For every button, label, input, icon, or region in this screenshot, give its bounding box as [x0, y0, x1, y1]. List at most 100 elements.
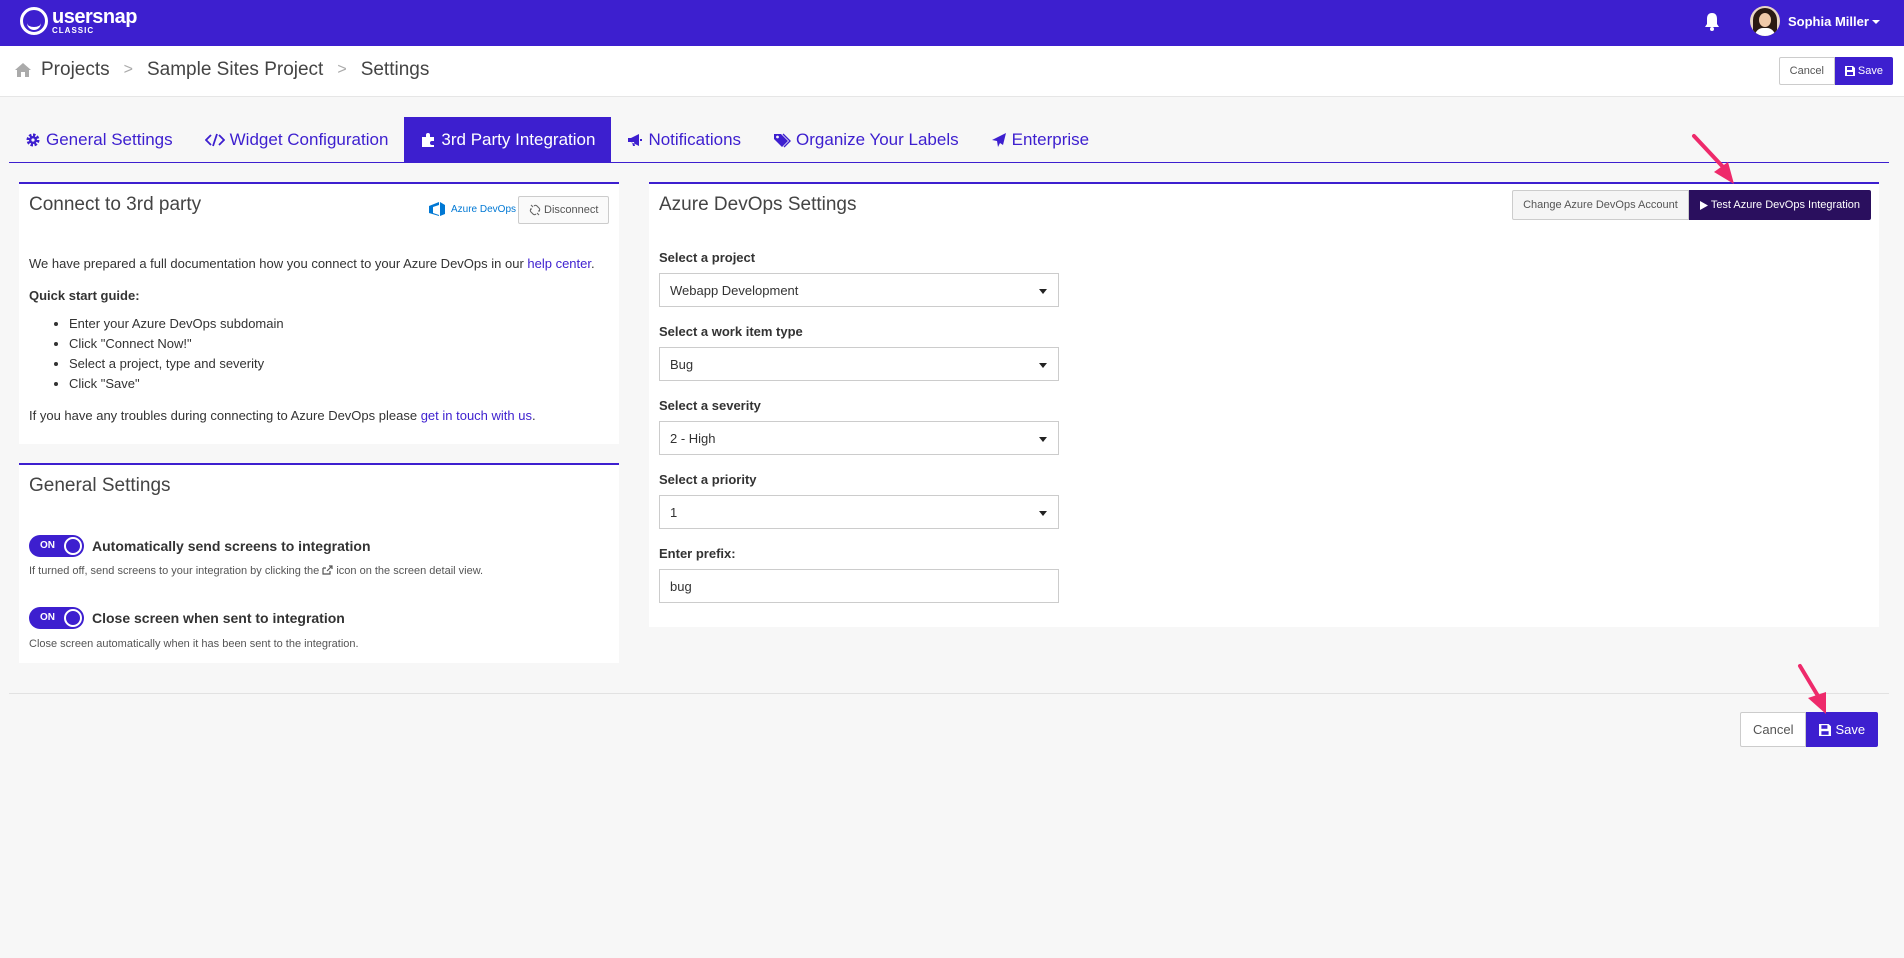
floppy-disk-icon [1819, 723, 1832, 736]
doc-end: . [591, 256, 595, 271]
toggle-state: ON [40, 540, 55, 551]
connect-title: Connect to 3rd party [29, 194, 202, 215]
breadcrumb-bar: Projects > Sample Sites Project > Settin… [0, 46, 1904, 97]
disconnect-button[interactable]: Disconnect [518, 196, 610, 224]
home-icon [15, 63, 31, 77]
azure-devops-settings-panel: Azure DevOps Settings Change Azure DevOp… [649, 182, 1879, 627]
work-item-type-label: Select a work item type [659, 324, 803, 339]
tab-label: Organize Your Labels [796, 129, 959, 149]
azure-actions: Change Azure DevOps Account Test Azure D… [1512, 190, 1871, 220]
general-settings-title: General Settings [29, 475, 171, 496]
general-settings-panel: General Settings ON Automatically send s… [19, 463, 619, 663]
user-name: Sophia Miller [1788, 14, 1869, 29]
save-button[interactable]: Save [1834, 57, 1893, 85]
top-actions: Cancel Save [1778, 57, 1893, 85]
breadcrumb-project[interactable]: Sample Sites Project [147, 59, 323, 81]
usersnap-logo[interactable]: usersnap CLASSIC [20, 7, 137, 35]
project-select[interactable]: Webapp Development [659, 273, 1059, 307]
chevron-down-icon [1871, 20, 1880, 24]
save-button[interactable]: Save [1806, 712, 1879, 747]
settings-tabs: General Settings Widget Configuration 3r… [9, 117, 1889, 163]
tab-enterprise[interactable]: Enterprise [975, 117, 1105, 162]
save-label: Save [1857, 65, 1883, 77]
toggle-knob [64, 609, 82, 627]
disconnect-label: Disconnect [544, 204, 599, 216]
work-item-type-select[interactable]: Bug [659, 347, 1059, 381]
bottom-actions: Cancel Save [1740, 712, 1879, 747]
play-icon [1699, 200, 1708, 210]
caret-down-icon [1039, 289, 1047, 294]
priority-value: 1 [670, 504, 678, 520]
code-icon [204, 133, 225, 146]
provider-name: Azure DevOps [451, 203, 517, 215]
toggle-state: ON [40, 612, 55, 623]
priority-label: Select a priority [659, 472, 757, 487]
breadcrumb-settings: Settings [360, 59, 430, 80]
get-in-touch-link[interactable]: get in touch with us [421, 408, 532, 423]
test-label: Test Azure DevOps Integration [1710, 199, 1860, 211]
cancel-button[interactable]: Cancel [1740, 712, 1807, 747]
toggle-knob [64, 537, 82, 555]
close-screen-toggle[interactable]: ON [29, 607, 84, 629]
plane-icon [991, 132, 1006, 147]
close-screen-help: Close screen automatically when it has b… [29, 638, 359, 650]
tab-label: General Settings [46, 129, 173, 149]
top-navbar: usersnap CLASSIC Sophia Miller [0, 0, 1904, 46]
azure-devops-brand: Azure DevOps [428, 201, 516, 217]
bell-icon[interactable] [1703, 12, 1721, 32]
severity-select[interactable]: 2 - High [659, 421, 1059, 455]
auto-send-help: If turned off, send screens to your inte… [29, 565, 483, 577]
list-item: Select a project, type and severity [69, 354, 284, 374]
caret-down-icon [1039, 437, 1047, 442]
help-text: If turned off, send screens to your inte… [29, 565, 323, 577]
logo-tagline: CLASSIC [52, 26, 95, 35]
logo-name: usersnap [52, 6, 137, 28]
tab-label: Notifications [648, 129, 742, 149]
change-account-button[interactable]: Change Azure DevOps Account [1512, 190, 1689, 220]
help-center-link[interactable]: help center [527, 256, 591, 271]
annotation-arrow-icon [1798, 664, 1826, 714]
severity-label: Select a severity [659, 398, 761, 413]
tab-organize-labels[interactable]: Organize Your Labels [757, 117, 975, 162]
documentation-text: We have prepared a full documentation ho… [29, 256, 595, 271]
tab-label: Enterprise [1011, 129, 1090, 149]
save-label: Save [1835, 722, 1866, 737]
trouble-text: If you have any troubles during connecti… [29, 408, 536, 423]
tab-label: 3rd Party Integration [441, 129, 596, 149]
unlink-icon [529, 204, 541, 216]
auto-send-label: Automatically send screens to integratio… [92, 538, 371, 554]
tab-general-settings[interactable]: General Settings [9, 117, 189, 162]
user-menu[interactable]: Sophia Miller [1788, 14, 1880, 29]
breadcrumb-projects[interactable]: Projects [41, 59, 110, 81]
severity-value: 2 - High [670, 430, 716, 446]
azure-devops-icon [429, 202, 445, 216]
share-icon [322, 565, 333, 575]
list-item: Enter your Azure DevOps subdomain [69, 314, 284, 334]
project-label: Select a project [659, 250, 756, 265]
quick-start-list: Enter your Azure DevOps subdomain Click … [69, 314, 284, 394]
test-integration-button[interactable]: Test Azure DevOps Integration [1688, 190, 1871, 220]
floppy-disk-icon [1844, 66, 1855, 76]
tab-3rd-party-integration[interactable]: 3rd Party Integration [404, 117, 612, 162]
tab-notifications[interactable]: Notifications [611, 117, 757, 162]
azure-settings-title: Azure DevOps Settings [659, 194, 857, 215]
priority-select[interactable]: 1 [659, 495, 1059, 529]
list-item: Click "Save" [69, 374, 284, 394]
avatar[interactable] [1750, 6, 1780, 36]
tab-label: Widget Configuration [229, 129, 389, 149]
breadcrumb-separator: > [123, 61, 133, 78]
prefix-label: Enter prefix: [659, 546, 736, 561]
trouble-prefix: If you have any troubles during connecti… [29, 408, 421, 423]
prefix-input[interactable] [659, 569, 1059, 603]
list-item: Click "Connect Now!" [69, 334, 284, 354]
breadcrumb: Projects > Sample Sites Project > Settin… [14, 59, 429, 81]
caret-down-icon [1039, 363, 1047, 368]
megaphone-icon [628, 133, 643, 146]
gear-icon [26, 133, 40, 146]
tab-widget-configuration[interactable]: Widget Configuration [189, 117, 405, 162]
auto-send-toggle[interactable]: ON [29, 535, 84, 557]
usersnap-logo-icon [20, 7, 48, 35]
close-screen-label: Close screen when sent to integration [92, 610, 345, 626]
cancel-button[interactable]: Cancel [1778, 57, 1835, 85]
help-text: icon on the screen detail view. [333, 565, 484, 577]
